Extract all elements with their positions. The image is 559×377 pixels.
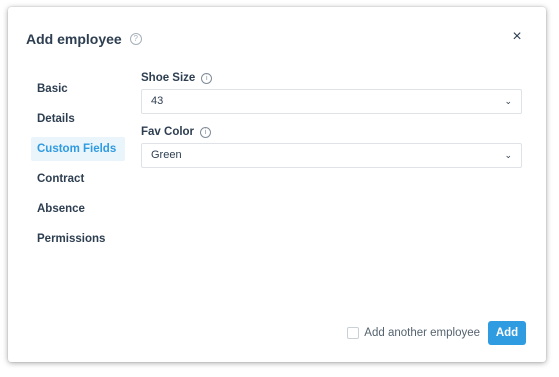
- nav-item-custom-fields[interactable]: Custom Fields: [31, 137, 125, 161]
- chevron-down-icon: ⌄: [504, 150, 512, 160]
- dialog-footer: Add another employee Add: [347, 321, 526, 345]
- shoe-size-select[interactable]: 43 ⌄: [141, 89, 522, 114]
- nav-item-contract[interactable]: Contract: [31, 167, 125, 191]
- custom-fields-form: Shoe Size i 43 ⌄ Fav Color i Green ⌄: [141, 71, 522, 179]
- help-circle-icon[interactable]: ?: [129, 33, 142, 45]
- dialog-header: Add employee ?: [26, 31, 142, 47]
- section-nav: Basic Details Custom Fields Contract Abs…: [31, 77, 125, 257]
- close-icon[interactable]: ×: [509, 29, 525, 45]
- nav-item-basic[interactable]: Basic: [31, 77, 125, 101]
- shoe-size-label-text: Shoe Size: [141, 72, 196, 84]
- shoe-size-value: 43: [151, 95, 164, 107]
- info-icon[interactable]: i: [201, 72, 213, 84]
- fav-color-value: Green: [151, 149, 182, 161]
- add-another-checkbox[interactable]: [347, 327, 360, 339]
- add-another-label[interactable]: Add another employee: [364, 327, 480, 339]
- nav-item-permissions[interactable]: Permissions: [31, 227, 125, 251]
- fav-color-label-text: Fav Color: [141, 126, 195, 138]
- info-icon[interactable]: i: [200, 126, 212, 138]
- add-employee-dialog: Add employee ? × Basic Details Custom Fi…: [8, 7, 546, 362]
- nav-item-details[interactable]: Details: [31, 107, 125, 131]
- nav-item-absence[interactable]: Absence: [31, 197, 125, 221]
- dialog-title: Add employee: [26, 31, 122, 47]
- add-button[interactable]: Add: [488, 321, 526, 345]
- fav-color-label: Fav Color i: [141, 125, 522, 139]
- chevron-down-icon: ⌄: [504, 96, 512, 106]
- shoe-size-label: Shoe Size i: [141, 71, 522, 85]
- fav-color-select[interactable]: Green ⌄: [141, 143, 522, 168]
